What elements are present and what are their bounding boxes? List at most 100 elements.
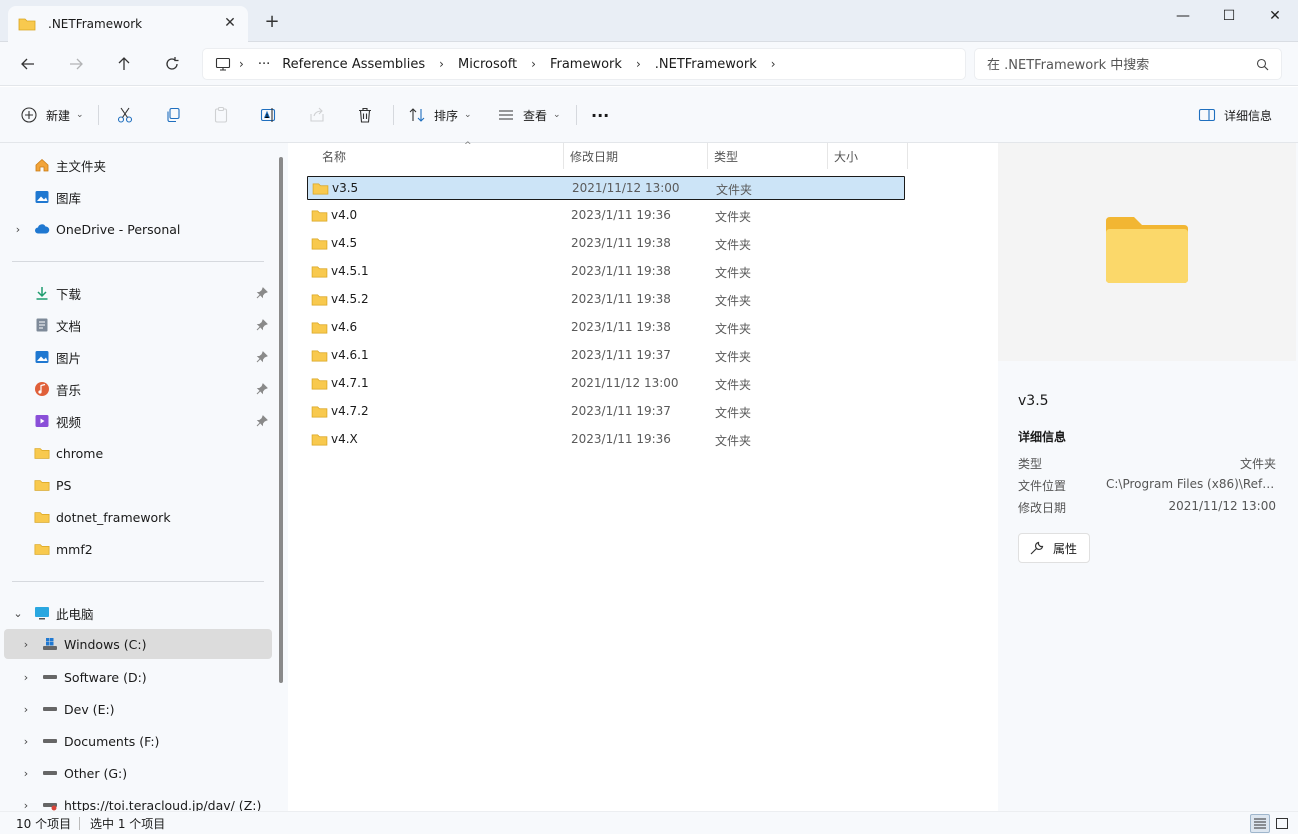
breadcrumb-separator[interactable]: ›	[523, 57, 544, 71]
sidebar-item-home[interactable]: 主文件夹	[4, 151, 272, 179]
share-button[interactable]	[308, 101, 326, 129]
chevron-right-icon[interactable]: ›	[20, 638, 32, 651]
tab-close-icon[interactable]: ✕	[222, 15, 238, 31]
column-header-date[interactable]: 修改日期	[564, 143, 708, 169]
properties-button[interactable]: 属性	[1018, 533, 1090, 563]
table-row[interactable]: v4.X 2023/1/11 19:36 文件夹	[307, 428, 905, 452]
breadcrumb-reference-assemblies[interactable]: Reference Assemblies	[276, 57, 431, 72]
column-header-size[interactable]: 大小	[828, 143, 908, 169]
windows-drive-icon	[42, 636, 58, 652]
details-view-button[interactable]	[1250, 814, 1270, 833]
breadcrumb-more[interactable]: ···	[252, 57, 276, 72]
delete-button[interactable]	[356, 101, 374, 129]
sidebar-item-onedrive[interactable]: › OneDrive - Personal	[4, 215, 272, 243]
column-header-type[interactable]: 类型	[708, 143, 828, 169]
view-list-icon	[499, 110, 513, 120]
breadcrumb[interactable]: › ··· Reference Assemblies › Microsoft ›…	[202, 48, 966, 80]
table-row[interactable]: v4.6 2023/1/11 19:38 文件夹	[307, 316, 905, 340]
sidebar-item-gallery[interactable]: 图库	[4, 183, 272, 211]
up-button[interactable]	[110, 50, 138, 78]
view-label: 查看	[523, 108, 548, 123]
chevron-right-icon[interactable]: ›	[20, 799, 32, 812]
pin-icon[interactable]	[256, 383, 268, 395]
pin-icon[interactable]	[256, 415, 268, 427]
this-pc-breadcrumb-icon[interactable]	[215, 56, 231, 72]
breadcrumb-framework[interactable]: Framework	[544, 57, 628, 72]
sidebar-item-drive-c[interactable]: › Windows (C:)	[4, 629, 272, 659]
chevron-down-icon[interactable]: ⌄	[12, 607, 24, 620]
view-button[interactable]: 查看 ⌄	[497, 101, 561, 129]
pin-icon[interactable]	[256, 319, 268, 331]
chevron-right-icon[interactable]: ›	[12, 223, 24, 236]
breadcrumb-separator[interactable]: ›	[231, 57, 252, 71]
breadcrumb-separator[interactable]: ›	[431, 57, 452, 71]
new-tab-button[interactable]: +	[262, 12, 282, 32]
chevron-right-icon[interactable]: ›	[20, 671, 32, 684]
chevron-right-icon[interactable]: ›	[20, 767, 32, 780]
table-row[interactable]: v4.7.1 2021/11/12 13:00 文件夹	[307, 372, 905, 396]
file-date: 2023/1/11 19:37	[571, 348, 671, 362]
file-name: v4.5.1	[331, 264, 369, 278]
sidebar-item-this-pc[interactable]: ⌄ 此电脑	[4, 599, 272, 627]
file-date: 2023/1/11 19:36	[571, 208, 671, 222]
table-row[interactable]: v4.5 2023/1/11 19:38 文件夹	[307, 232, 905, 256]
search-box[interactable]	[974, 48, 1282, 80]
table-row[interactable]: v4.6.1 2023/1/11 19:37 文件夹	[307, 344, 905, 368]
sidebar-item-videos[interactable]: 视频	[4, 407, 272, 435]
paste-button[interactable]	[212, 101, 230, 129]
table-row[interactable]: v4.0 2023/1/11 19:36 文件夹	[307, 204, 905, 228]
sidebar-item-drive-e[interactable]: › Dev (E:)	[4, 695, 272, 723]
maximize-button[interactable]: ☐	[1206, 4, 1252, 28]
pin-icon[interactable]	[256, 351, 268, 363]
column-header-name[interactable]: 名称 ^	[316, 141, 564, 169]
search-input[interactable]	[987, 55, 1247, 75]
sidebar-item-dotnet-framework[interactable]: dotnet_framework	[4, 503, 272, 531]
sidebar-scrollbar[interactable]	[279, 157, 283, 683]
breadcrumb-microsoft[interactable]: Microsoft	[452, 57, 523, 72]
close-window-button[interactable]: ✕	[1252, 4, 1298, 28]
sidebar-item-pictures[interactable]: 图片	[4, 343, 272, 371]
sidebar-item-ps[interactable]: PS	[4, 471, 272, 499]
chevron-right-icon[interactable]: ›	[20, 703, 32, 716]
column-header-label: 类型	[714, 149, 739, 164]
file-date: 2023/1/11 19:38	[571, 236, 671, 250]
file-date: 2023/1/11 19:37	[571, 404, 671, 418]
pin-icon[interactable]	[256, 287, 268, 299]
details-row-modified: 修改日期 2021/11/12 13:00	[1018, 499, 1276, 517]
chevron-right-icon[interactable]: ›	[20, 735, 32, 748]
sidebar-item-music[interactable]: 音乐	[4, 375, 272, 403]
breadcrumb-separator[interactable]: ›	[628, 57, 649, 71]
network-drive-icon	[42, 797, 58, 811]
new-button[interactable]: 新建 ⌄	[20, 101, 84, 129]
details-pane-button[interactable]: 详细信息	[1198, 101, 1272, 129]
rename-button[interactable]	[260, 101, 278, 129]
cut-button[interactable]	[116, 101, 134, 129]
large-icons-view-button[interactable]	[1272, 814, 1292, 833]
breadcrumb-separator[interactable]: ›	[763, 57, 784, 71]
tab-netframework[interactable]: .NETFramework ✕	[8, 6, 248, 42]
folder-icon	[311, 406, 328, 418]
sidebar-item-label: chrome	[56, 445, 104, 461]
breadcrumb-netframework[interactable]: .NETFramework	[649, 57, 763, 72]
sidebar-item-drive-f[interactable]: › Documents (F:)	[4, 727, 272, 755]
sidebar-item-drive-g[interactable]: › Other (G:)	[4, 759, 272, 787]
copy-button[interactable]	[164, 101, 182, 129]
table-row[interactable]: v4.5.1 2023/1/11 19:38 文件夹	[307, 260, 905, 284]
sidebar-item-drive-d[interactable]: › Software (D:)	[4, 663, 272, 691]
table-row[interactable]: v4.7.2 2023/1/11 19:37 文件夹	[307, 400, 905, 424]
file-type: 文件夹	[716, 183, 753, 197]
sort-button[interactable]: 排序 ⌄	[408, 101, 472, 129]
sidebar-item-drive-z[interactable]: › https://toi.teracloud.jp/dav/ (Z:)	[4, 791, 272, 812]
folder-icon	[34, 477, 50, 493]
sidebar-item-downloads[interactable]: 下载	[4, 279, 272, 307]
table-row[interactable]: v4.5.2 2023/1/11 19:38 文件夹	[307, 288, 905, 312]
sidebar-item-chrome[interactable]: chrome	[4, 439, 272, 467]
back-button[interactable]	[14, 50, 42, 78]
table-row[interactable]: v3.5 2021/11/12 13:00 文件夹	[307, 176, 905, 200]
sidebar-item-documents[interactable]: 文档	[4, 311, 272, 339]
forward-button[interactable]	[62, 50, 90, 78]
refresh-button[interactable]	[158, 50, 186, 78]
sidebar-item-mmf2[interactable]: mmf2	[4, 535, 272, 563]
more-options-button[interactable]: ···	[591, 101, 609, 129]
minimize-button[interactable]: —	[1160, 4, 1206, 28]
